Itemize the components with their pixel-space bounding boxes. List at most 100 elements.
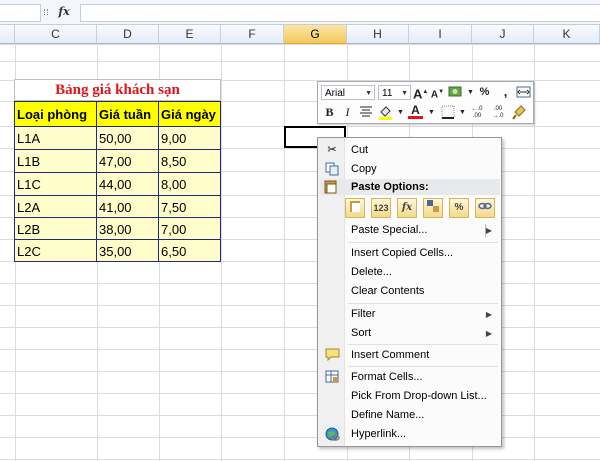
paste-formulas-button[interactable]: fx: [397, 198, 417, 218]
menu-item-label: Copy: [351, 163, 377, 175]
table-cell[interactable]: 35,00: [96, 239, 159, 262]
format-painter-button[interactable]: [512, 105, 527, 120]
menu-item-label: Insert Copied Cells...: [351, 247, 454, 259]
merge-center-icon: [516, 86, 531, 98]
insert-function-icon[interactable]: fx: [52, 4, 76, 20]
table-cell[interactable]: L2B: [14, 217, 97, 240]
menu-separator: [348, 366, 498, 367]
menu-item-label: Delete...: [351, 266, 392, 278]
paste-formatting-button[interactable]: %: [449, 198, 469, 218]
menu-item-insert-copied-cells[interactable]: Insert Copied Cells...: [320, 244, 500, 263]
chevron-right-icon[interactable]: ▶: [486, 221, 492, 240]
column-header-g[interactable]: G: [284, 25, 347, 44]
paste-link-button[interactable]: [475, 198, 495, 218]
menu-item-sort[interactable]: Sort ▶: [320, 324, 500, 343]
fill-color-button[interactable]: [378, 105, 393, 120]
paint-bucket-icon: [379, 106, 392, 120]
menu-item-label: Clear Contents: [351, 285, 425, 297]
column-header-h[interactable]: H: [347, 25, 409, 44]
font-size-box[interactable]: 11 ▼: [378, 85, 411, 100]
chevron-down-icon[interactable]: ▼: [463, 85, 478, 100]
column-header-k[interactable]: K: [534, 25, 600, 44]
bold-button[interactable]: B: [322, 105, 337, 120]
column-header-d[interactable]: D: [97, 25, 159, 44]
table-cell[interactable]: 8,00: [158, 172, 221, 196]
link-icon: [478, 202, 492, 210]
column-header-f[interactable]: F: [221, 25, 284, 44]
table-cell[interactable]: L1A: [14, 126, 97, 150]
paste-options-header: Paste Options:: [320, 179, 500, 195]
table-cell[interactable]: L2C: [14, 239, 97, 262]
table-cell[interactable]: 41,00: [96, 195, 159, 218]
menu-item-label: Insert Comment: [351, 349, 430, 361]
paste-icon: [350, 201, 360, 212]
paste-button[interactable]: [345, 198, 365, 218]
chevron-down-icon[interactable]: ▼: [401, 86, 408, 101]
chevron-right-icon: ▶: [485, 310, 492, 319]
header-weekly-price[interactable]: Giá tuần: [96, 101, 159, 127]
table-cell[interactable]: 50,00: [96, 126, 159, 150]
table-cell[interactable]: 7,50: [158, 195, 221, 218]
shrink-font-button[interactable]: A▼: [430, 85, 445, 100]
font-name-box[interactable]: Arial ▼: [321, 85, 375, 100]
borders-button[interactable]: [440, 105, 455, 120]
merge-center-button[interactable]: [516, 85, 531, 100]
font-color-button[interactable]: A: [408, 104, 423, 119]
context-menu: ✂ Cut Copy Paste Options: 123 fx % Paste…: [317, 137, 502, 447]
comma-button[interactable]: ,: [498, 84, 513, 99]
column-header-i[interactable]: I: [409, 25, 472, 44]
center-align-icon: [359, 106, 372, 117]
column-header-partial[interactable]: [0, 25, 15, 44]
accounting-format-icon: [448, 86, 462, 97]
table-cell[interactable]: 7,00: [158, 217, 221, 240]
format-painter-icon: [512, 105, 526, 120]
header-room-type[interactable]: Loại phòng: [14, 101, 97, 127]
borders-icon: [441, 105, 454, 119]
center-align-button[interactable]: [358, 105, 373, 120]
menu-item-copy[interactable]: Copy: [320, 160, 500, 179]
paste-values-button[interactable]: 123: [371, 198, 391, 218]
formula-bar: fx: [0, 0, 600, 25]
formula-input[interactable]: [80, 4, 600, 22]
resize-handle[interactable]: [44, 9, 48, 15]
name-box[interactable]: [0, 4, 41, 22]
menu-item-hyperlink[interactable]: Hyperlink...: [320, 425, 500, 444]
menu-item-paste-special[interactable]: Paste Special... ▶: [320, 221, 500, 240]
table-cell[interactable]: L1C: [14, 172, 97, 196]
table-cell[interactable]: 47,00: [96, 149, 159, 173]
copy-icon: [324, 162, 340, 177]
table-cell[interactable]: 44,00: [96, 172, 159, 196]
column-header-c[interactable]: C: [15, 25, 97, 44]
decrease-decimal-button[interactable]: .00 →.0: [489, 106, 507, 121]
chevron-down-icon[interactable]: ▼: [393, 105, 408, 120]
italic-button[interactable]: I: [340, 105, 355, 120]
increase-decimal-button[interactable]: ←.0 .00: [468, 106, 486, 121]
menu-item-define-name[interactable]: Define Name...: [320, 406, 500, 425]
table-cell[interactable]: 9,00: [158, 126, 221, 150]
menu-item-insert-comment[interactable]: Insert Comment: [320, 346, 500, 365]
chevron-down-icon[interactable]: ▼: [424, 105, 439, 120]
menu-item-format-cells[interactable]: Format Cells...: [320, 368, 500, 387]
menu-item-label: Pick From Drop-down List...: [351, 390, 487, 402]
menu-item-clear-contents[interactable]: Clear Contents: [320, 282, 500, 301]
paste-options-label: Paste Options:: [351, 181, 429, 193]
table-cell[interactable]: 8,50: [158, 149, 221, 173]
paste-transpose-button[interactable]: [423, 198, 443, 218]
menu-item-label: Paste Special...: [351, 224, 428, 236]
clipboard-icon: [324, 179, 338, 199]
table-cell[interactable]: L2A: [14, 195, 97, 218]
menu-item-cut[interactable]: ✂ Cut: [320, 141, 500, 160]
chevron-down-icon[interactable]: ▼: [365, 86, 372, 101]
menu-item-pick-from-list[interactable]: Pick From Drop-down List...: [320, 387, 500, 406]
accounting-format-button[interactable]: [448, 85, 463, 100]
menu-item-delete[interactable]: Delete...: [320, 263, 500, 282]
table-cell[interactable]: L1B: [14, 149, 97, 173]
header-daily-price[interactable]: Giá ngày: [158, 101, 221, 127]
table-cell[interactable]: 38,00: [96, 217, 159, 240]
column-header-e[interactable]: E: [159, 25, 221, 44]
column-header-j[interactable]: J: [472, 25, 534, 44]
table-cell[interactable]: 6,50: [158, 239, 221, 262]
percent-button[interactable]: %: [477, 85, 492, 100]
menu-item-filter[interactable]: Filter ▶: [320, 305, 500, 324]
grow-font-button[interactable]: A▲: [413, 85, 428, 101]
